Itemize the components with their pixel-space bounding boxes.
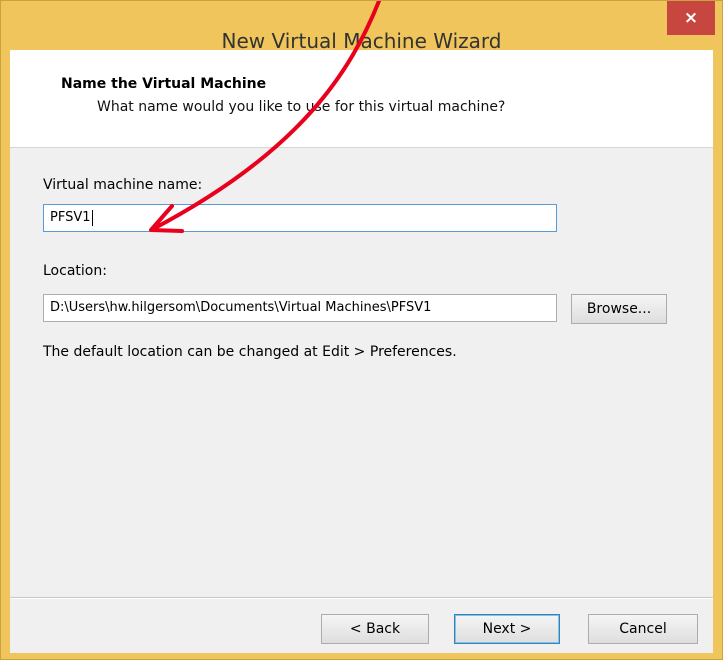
next-button[interactable]: Next > [454,614,560,644]
vm-name-input[interactable]: PFSV1 [43,204,557,232]
header-panel: Name the Virtual Machine What name would… [10,50,713,148]
back-button[interactable]: < Back [321,614,429,644]
close-button[interactable]: × [667,1,715,35]
location-value: D:\Users\hw.hilgersom\Documents\Virtual … [50,300,432,315]
wizard-body: Name the Virtual Machine What name would… [10,50,713,653]
browse-button[interactable]: Browse... [571,294,667,324]
title-bar[interactable]: New Virtual Machine Wizard × [1,1,722,53]
page-subtitle: What name would you like to use for this… [97,99,506,115]
vm-name-value: PFSV1 [50,210,91,225]
window-title: New Virtual Machine Wizard [221,29,502,53]
location-label: Location: [43,263,107,279]
wizard-window: New Virtual Machine Wizard × Name the Vi… [0,0,723,660]
text-cursor [91,209,93,226]
location-input[interactable]: D:\Users\hw.hilgersom\Documents\Virtual … [43,294,557,322]
preferences-hint: The default location can be changed at E… [43,344,457,360]
cancel-button[interactable]: Cancel [588,614,698,644]
footer-separator [10,597,713,599]
vm-name-label: Virtual machine name: [43,177,203,193]
close-icon: × [683,8,699,28]
page-title: Name the Virtual Machine [61,76,267,92]
